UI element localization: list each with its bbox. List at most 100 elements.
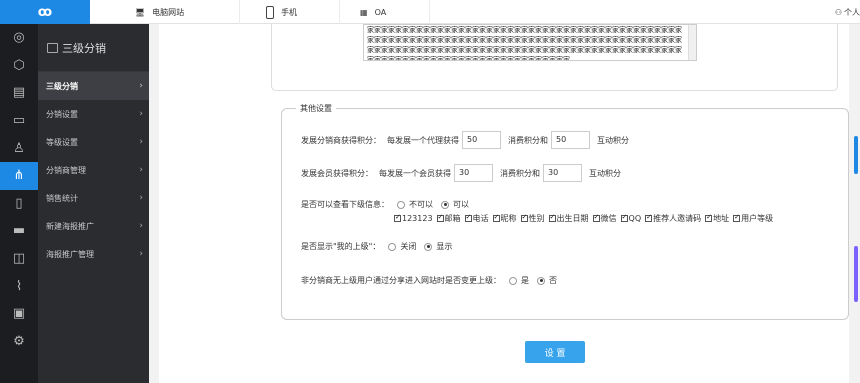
field-checkbox[interactable] [620,213,628,222]
member-interact-input[interactable]: 30 [543,164,582,182]
submit-button[interactable]: 设 置 [525,341,585,363]
sidebar-item-settings[interactable]: 分销设置 › [38,100,149,128]
field-checkbox[interactable] [645,213,653,222]
view-sub-fields: 123123 邮箱 电话 昵称 性别 出生日期 微信 QQ 推荐人邀请码 地址 用户等级 [392,213,775,224]
field-checkbox[interactable] [705,213,713,222]
cube-icon[interactable]: ⬡ [0,52,38,80]
chart-icon[interactable]: ⌇ [0,272,38,300]
field-checkbox[interactable] [733,213,741,222]
member-points-text2: 消费积分和 [500,168,540,178]
card-icon[interactable]: ▬ [0,217,38,245]
view-sub-no-label: 不可以 [409,200,433,209]
compass-icon[interactable]: ◎ [0,24,38,52]
chevron-right-icon: › [139,81,143,91]
icon-sidebar: ◎ ⬡ ▤ ▭ ♙ ⋔ ▯ ▬ ◫ ⌇ ▣ ⚙ [0,24,38,383]
dist-interact-input[interactable]: 50 [551,131,590,149]
change-parent-no-radio[interactable] [537,276,545,285]
field-checkbox-label: QQ [628,214,642,223]
sidebar-item-poster-manage[interactable]: 海报推广管理 › [38,240,149,268]
show-parent-on-radio[interactable] [424,242,433,251]
logo-icon[interactable]: ꝏ [0,0,90,24]
field-checkbox-label: 用户等级 [741,214,774,223]
tab-oa-label: OA [374,7,387,17]
clipboard-icon[interactable]: ▯ [0,190,38,218]
sidebar-title-label: 三级分销 [62,41,106,55]
view-sub-yes-radio[interactable] [441,200,449,209]
bag-icon[interactable]: ◫ [0,245,38,273]
calendar-icon: ▦ [360,7,368,17]
user-label: 个人 [844,7,860,17]
field-checkbox[interactable] [492,213,500,222]
sidebar-item-label: 三级分销 [46,81,78,91]
chevron-right-icon: › [139,249,143,259]
sidebar-item-distribution[interactable]: 三级分销 › [38,72,149,100]
view-sub-label: 是否可以查看下级信息： [301,200,389,209]
document-icon[interactable]: ▤ [0,79,38,107]
sidebar-item-label: 新建海报推广 [46,221,94,231]
field-checkbox-label: 邮箱 [444,214,461,223]
change-parent-yes-label: 是 [521,276,529,285]
member-points-row: 发展会员获得积分： 每发展一个会员获得 30 消费积分和 30 互动积分 [301,164,621,182]
content-panel: 家家家家家家家家家家家家家家家家家家家家家家家家家家家家家家家家家家家家家家家家… [159,24,849,383]
textarea-scrollbar[interactable] [688,25,696,60]
field-checkbox[interactable] [520,213,528,222]
sidebar-item-label: 等级设置 [46,137,78,147]
gear-icon[interactable]: ⚙ [0,328,38,356]
dist-consume-input[interactable]: 50 [462,131,501,149]
description-textarea[interactable]: 家家家家家家家家家家家家家家家家家家家家家家家家家家家家家家家家家家家家家家家家… [363,24,697,61]
field-checkbox-label: 电话 [472,214,489,223]
image-icon[interactable]: ▭ [0,107,38,135]
sidebar-title: 三级分销 [38,24,149,72]
dist-points-row: 发展分销商获得积分： 每发展一个代理获得 50 消费积分和 50 互动积分 [301,131,629,149]
user-icon[interactable]: ♙ [0,134,38,162]
sidebar-item-label: 分销商管理 [46,165,86,175]
user-menu[interactable]: ⚇ 个人 [835,0,860,24]
sidebar-item-sales[interactable]: 销售统计 › [38,184,149,212]
share-network-icon[interactable]: ⋔ [0,161,38,190]
sidebar: 三级分销 三级分销 › 分销设置 › 等级设置 › 分销商管理 › 销售统计 › 新建海报… [38,24,149,383]
field-checkbox-label: 出生日期 [556,214,589,223]
sidebar-item-levels[interactable]: 等级设置 › [38,128,149,156]
show-parent-off-label: 关闭 [400,242,417,251]
textarea-content: 家家家家家家家家家家家家家家家家家家家家家家家家家家家家家家家家家家家家家家家家… [367,26,682,61]
dist-points-text2: 消费积分和 [508,135,548,145]
sidebar-item-new-poster[interactable]: 新建海报推广 › [38,212,149,240]
other-settings-fieldset: 其他设置 发展分销商获得积分： 每发展一个代理获得 50 消费积分和 50 互动… [281,103,849,320]
show-parent-row: 是否显示"我的上级"： 关闭 显示 [301,241,452,252]
tab-oa[interactable]: ▦ OA [340,0,430,24]
field-checkbox-label: 地址 [713,214,730,223]
sidebar-item-label: 分销设置 [46,109,78,119]
user-icon: ⚇ [834,7,842,17]
id-card-icon[interactable]: ▣ [0,300,38,328]
change-parent-label: 非分销商无上级用户通过分享进入网站时是否变更上级： [301,276,501,285]
change-parent-row: 非分销商无上级用户通过分享进入网站时是否变更上级： 是 否 [301,275,557,286]
field-checkbox[interactable] [436,213,444,222]
right-edge-tab[interactable] [854,136,858,174]
view-sub-no-radio[interactable] [397,200,405,209]
upper-fieldset: 家家家家家家家家家家家家家家家家家家家家家家家家家家家家家家家家家家家家家家家家… [271,24,838,91]
module-icon [47,42,58,53]
member-points-text3: 互动积分 [589,168,621,178]
member-consume-input[interactable]: 30 [454,164,493,182]
view-sub-row: 是否可以查看下级信息： 不可以 可以 [301,199,469,210]
field-checkbox[interactable] [394,213,401,222]
sidebar-item-distributors[interactable]: 分销商管理 › [38,156,149,184]
field-checkbox[interactable] [464,213,472,222]
show-parent-off-radio[interactable] [388,242,397,251]
monitor-icon: 🖥 [135,7,146,17]
phone-icon [266,5,274,19]
tab-phone[interactable]: 手机 [240,0,340,24]
field-checkbox[interactable] [592,213,600,222]
right-edge-tab[interactable] [854,246,858,302]
dist-points-label: 发展分销商获得积分： [301,135,381,145]
show-parent-on-label: 显示 [436,242,453,251]
change-parent-yes-radio[interactable] [509,276,517,285]
tab-pc-site[interactable]: 🖥 电脑网站 [90,0,240,24]
field-checkbox-label: 微信 [600,214,617,223]
field-checkbox[interactable] [548,213,556,222]
chevron-right-icon: › [139,221,143,231]
sidebar-item-label: 销售统计 [46,193,78,203]
main-content: 家家家家家家家家家家家家家家家家家家家家家家家家家家家家家家家家家家家家家家家家… [149,24,860,383]
field-checkbox-label: 性别 [528,214,545,223]
field-checkbox-label: 昵称 [500,214,517,223]
